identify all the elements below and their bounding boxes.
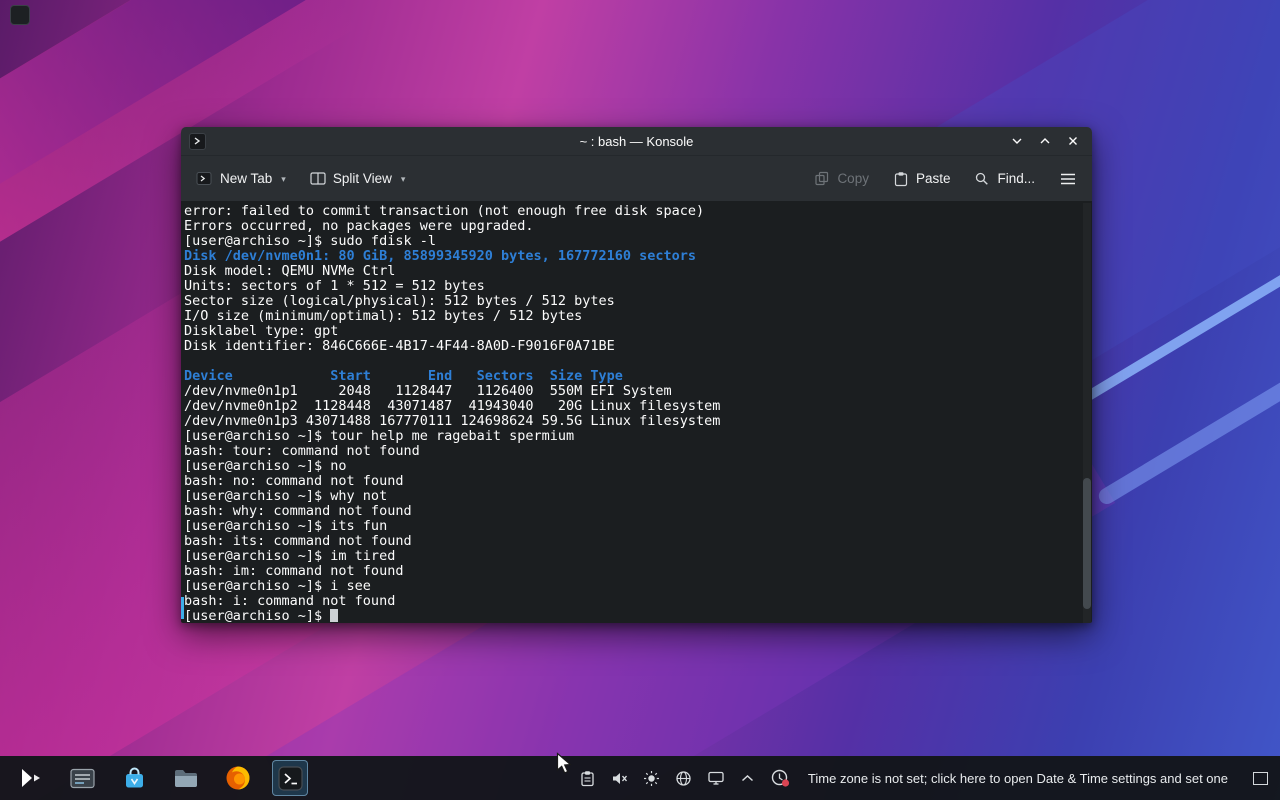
terminal-line: [user@archiso ~]$ im tired: [184, 548, 396, 564]
window-title: ~ : bash — Konsole: [579, 133, 694, 149]
desktop-toolbox[interactable]: [10, 5, 30, 25]
terminal-line: [user@archiso ~]$ why not: [184, 488, 388, 504]
pager-button[interactable]: [64, 760, 100, 796]
konsole-icon: [277, 765, 303, 791]
terminal-line: /dev/nvme0n1p3 43071488 167770111 124698…: [184, 413, 721, 429]
window-controls: [1009, 133, 1092, 149]
new-tab-label: New Tab: [220, 171, 273, 186]
konsole-toolbar: New Tab ▾ Split View ▾ Copy Paste Find..…: [181, 156, 1092, 201]
kde-launcher-icon: [22, 769, 40, 787]
hamburger-menu-icon: [1061, 173, 1075, 184]
network-tray-button[interactable]: [675, 770, 692, 787]
expand-tray-button[interactable]: [740, 773, 755, 783]
discover-button[interactable]: [116, 760, 152, 796]
split-view-button[interactable]: Split View ▾: [310, 171, 406, 186]
terminal-prompt: [user@archiso ~]$: [184, 608, 331, 624]
pager-icon: [69, 768, 95, 788]
close-button[interactable]: [1065, 133, 1081, 149]
new-tab-button[interactable]: New Tab ▾: [196, 171, 286, 186]
terminal-line: bash: no: command not found: [184, 473, 404, 489]
copy-icon: [815, 171, 829, 186]
brightness-tray-button[interactable]: [643, 770, 660, 787]
terminal-line: /dev/nvme0n1p2 1128448 43071487 41943040…: [184, 398, 721, 414]
terminal-line: bash: tour: command not found: [184, 443, 420, 459]
chevron-up-icon: [1040, 138, 1050, 144]
menu-button[interactable]: [1059, 172, 1077, 186]
taskbar-panel: Time zone is not set; click here to open…: [0, 756, 1280, 800]
terminal-line: Disk /dev/nvme0n1: 80 GiB, 85899345920 b…: [184, 248, 697, 264]
terminal-cursor: [330, 609, 339, 622]
scrollbar-thumb[interactable]: [1083, 478, 1091, 609]
scroll-position-indicator: [181, 597, 184, 619]
maximize-button[interactable]: [1037, 133, 1053, 149]
terminal-prompt-glyph-icon: [194, 137, 200, 145]
terminal-line: [user@archiso ~]$ its fun: [184, 518, 388, 534]
terminal-line: bash: why: command not found: [184, 503, 412, 519]
copy-label: Copy: [837, 171, 869, 186]
audio-tray-button[interactable]: [611, 770, 628, 787]
terminal-line: Units: sectors of 1 * 512 = 512 bytes: [184, 278, 485, 294]
terminal-line: Disk model: QEMU NVMe Ctrl: [184, 263, 396, 279]
clock-warning-button[interactable]: [770, 768, 790, 788]
audio-muted-icon: [612, 772, 627, 784]
terminal-line: Disk identifier: 846C666E-4B17-4F44-8A0D…: [184, 338, 615, 354]
paste-icon: [894, 171, 908, 186]
paste-label: Paste: [915, 171, 951, 186]
clipboard-tray-button[interactable]: [579, 770, 596, 787]
konsole-task-button[interactable]: [272, 760, 308, 796]
clipboard-icon: [581, 770, 594, 786]
brightness-icon: [643, 770, 659, 786]
file-manager-button[interactable]: [168, 760, 204, 796]
chevron-down-icon: ▾: [400, 174, 406, 184]
expand-tray-chevron-icon: [741, 774, 753, 782]
chevron-down-icon: [1012, 138, 1022, 144]
window-titlebar[interactable]: ~ : bash — Konsole: [181, 127, 1092, 156]
discover-bag-icon: [125, 767, 143, 787]
close-icon: [1069, 137, 1077, 145]
konsole-window-icon: [189, 132, 206, 150]
terminal-line: bash: im: command not found: [184, 563, 404, 579]
copy-button[interactable]: Copy: [814, 171, 869, 186]
chevron-down-icon: ▾: [281, 174, 286, 184]
split-view-icon: [310, 172, 326, 185]
terminal-line: Errors occurred, no packages were upgrad…: [184, 218, 534, 234]
terminal-line: Disklabel type: gpt: [184, 323, 339, 339]
app-launcher-button[interactable]: [12, 760, 48, 796]
network-globe-icon: [676, 770, 691, 786]
terminal-line: [user@archiso ~]$ sudo fdisk -l: [184, 233, 436, 249]
terminal-view[interactable]: error: failed to commit transaction (not…: [181, 201, 1092, 623]
terminal-line: /dev/nvme0n1p1 2048 1128447 1126400 550M…: [184, 383, 672, 399]
terminal-line: bash: its: command not found: [184, 533, 412, 549]
new-tab-icon: [196, 172, 212, 185]
display-tray-button[interactable]: [707, 770, 725, 786]
timezone-warning-message[interactable]: Time zone is not set; click here to open…: [808, 771, 1228, 786]
terminal-line: I/O size (minimum/optimal): 512 bytes / …: [184, 308, 583, 324]
terminal-output: error: failed to commit transaction (not…: [181, 201, 1092, 624]
wallpaper-stripe: [1095, 349, 1280, 507]
minimize-button[interactable]: [1009, 133, 1025, 149]
terminal-line: [user@archiso ~]$ no: [184, 458, 347, 474]
terminal-line: Device Start End Sectors Size Type: [184, 368, 623, 384]
terminal-prompt-line: [user@archiso ~]$: [184, 609, 1078, 623]
system-tray: Time zone is not set; click here to open…: [579, 768, 1268, 788]
search-icon: [976, 172, 989, 185]
konsole-window: ~ : bash — Konsole New Tab ▾ Split View …: [181, 127, 1092, 623]
firefox-icon: [226, 766, 250, 790]
terminal-line: bash: i: command not found: [184, 593, 396, 609]
show-desktop-button[interactable]: [1253, 771, 1268, 785]
terminal-line: [user@archiso ~]$ tour help me ragebait …: [184, 428, 575, 444]
folder-icon: [175, 770, 197, 787]
terminal-line: Sector size (logical/physical): 512 byte…: [184, 293, 615, 309]
terminal-line: error: failed to commit transaction (not…: [184, 203, 705, 219]
split-view-label: Split View: [332, 171, 392, 186]
terminal-line: [user@archiso ~]$ i see: [184, 578, 371, 594]
find-label: Find...: [997, 171, 1035, 186]
display-icon: [708, 771, 724, 785]
firefox-button[interactable]: [220, 760, 256, 796]
paste-button[interactable]: Paste: [893, 171, 951, 187]
find-button[interactable]: Find...: [974, 171, 1035, 187]
clock-warning-icon: [771, 769, 790, 787]
